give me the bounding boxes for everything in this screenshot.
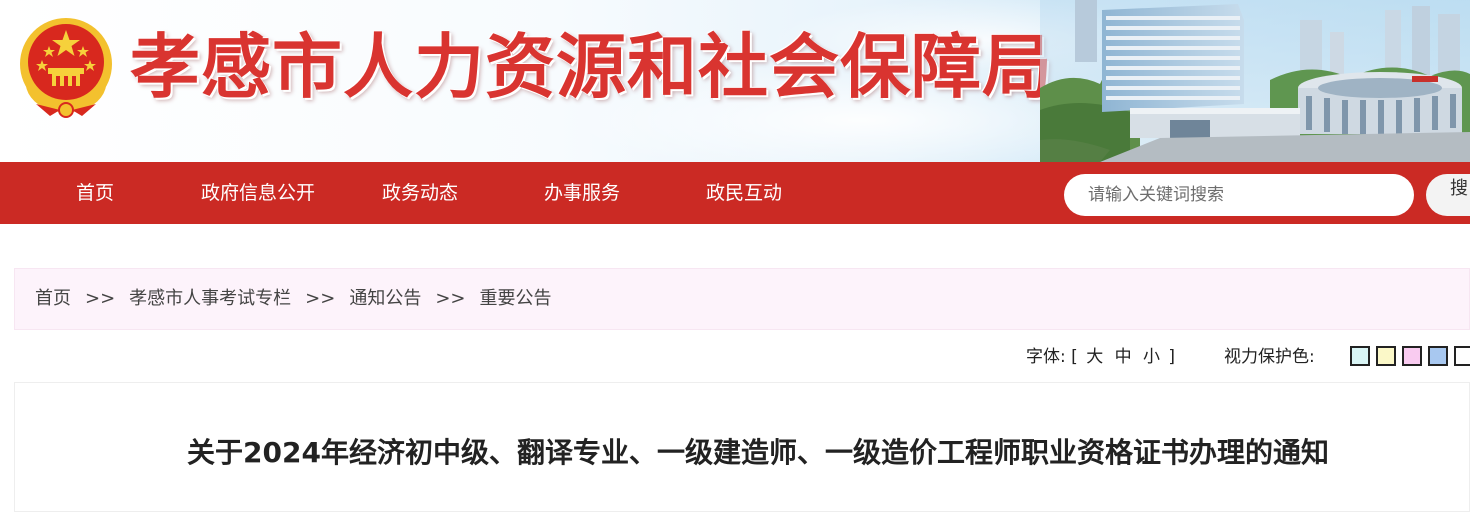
- eye-color-blue[interactable]: [1428, 346, 1448, 366]
- breadcrumb-exam-column[interactable]: 孝感市人事考试专栏: [129, 288, 291, 309]
- breadcrumb-important-notices[interactable]: 重要公告: [480, 288, 552, 309]
- header-banner: 孝感市人力资源和社会保障局: [0, 0, 1470, 162]
- national-emblem-icon: [20, 18, 112, 118]
- breadcrumb-home[interactable]: 首页: [35, 288, 71, 309]
- nav-government-news[interactable]: 政务动态: [370, 162, 470, 224]
- search-button[interactable]: 搜: [1426, 174, 1470, 216]
- breadcrumb-separator: >>: [85, 288, 116, 309]
- article-title: 关于2024年经济初中级、翻译专业、一级建造师、一级造价工程师职业资格证书办理的…: [187, 436, 1329, 469]
- font-size-label: 字体:: [1026, 347, 1066, 367]
- font-size-large[interactable]: 大: [1086, 347, 1103, 367]
- breadcrumb-separator: >>: [435, 288, 466, 309]
- government-building-illustration: [1040, 0, 1470, 162]
- font-size-medium[interactable]: 中: [1115, 347, 1132, 367]
- nav-home[interactable]: 首页: [45, 162, 145, 224]
- site-title: 孝感市人力资源和社会保障局: [130, 26, 1053, 108]
- font-size-tools: 字体: [ 大 中 小 ]: [1026, 340, 1175, 374]
- breadcrumb-separator: >>: [305, 288, 336, 309]
- nav-services[interactable]: 办事服务: [532, 162, 632, 224]
- eye-protection-label: 视力保护色:: [1224, 347, 1315, 367]
- main-navigation: 首页 政府信息公开 政务动态 办事服务 政民互动 搜: [0, 162, 1470, 224]
- bracket-open: [: [1071, 347, 1078, 367]
- eye-color-cyan[interactable]: [1350, 346, 1370, 366]
- breadcrumb-notices[interactable]: 通知公告: [349, 288, 421, 309]
- nav-interaction[interactable]: 政民互动: [694, 162, 794, 224]
- eye-color-white[interactable]: [1454, 346, 1470, 366]
- breadcrumb: 首页 >> 孝感市人事考试专栏 >> 通知公告 >> 重要公告: [14, 268, 1470, 330]
- eye-color-yellow[interactable]: [1376, 346, 1396, 366]
- search-input[interactable]: [1064, 174, 1414, 216]
- nav-government-info[interactable]: 政府信息公开: [188, 162, 328, 224]
- eye-color-pink[interactable]: [1402, 346, 1422, 366]
- bracket-close: ]: [1168, 347, 1176, 367]
- font-size-small[interactable]: 小: [1143, 347, 1160, 367]
